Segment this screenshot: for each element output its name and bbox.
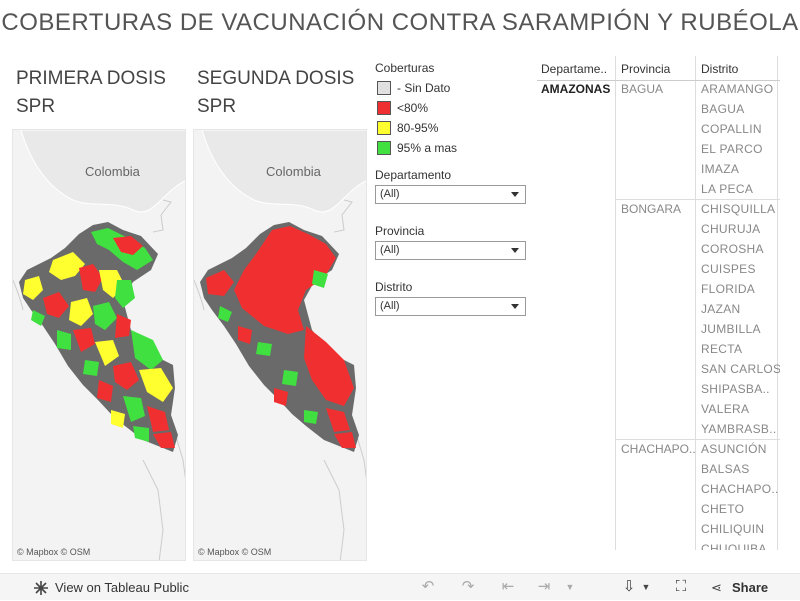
column-header-departamento[interactable]: Departame.. [541, 62, 607, 76]
filter-label-provincia: Provincia [375, 224, 425, 238]
share-button[interactable]: ⋖ Share [711, 574, 768, 601]
legend-swatch [377, 121, 391, 135]
view-on-tableau-public-link[interactable]: View on Tableau Public [33, 574, 189, 601]
column-divider [615, 56, 616, 550]
cell-provincia[interactable]: CHACHAPO.. [621, 442, 696, 456]
cell-departamento[interactable]: AMAZONAS [541, 82, 610, 96]
undo-icon[interactable]: ↶ [420, 579, 436, 595]
cell-provincia[interactable]: BONGARA [621, 202, 681, 216]
cell-distrito[interactable]: CHACHAPO.. [701, 482, 779, 496]
legend-title: Coberturas [375, 61, 435, 75]
cell-distrito[interactable]: FLORIDA [701, 282, 755, 296]
revert-icon[interactable]: ⇤ [500, 579, 516, 595]
cell-distrito[interactable]: RECTA [701, 342, 742, 356]
cell-distrito[interactable]: VALERA [701, 402, 749, 416]
mapbox-credit-link[interactable]: © Mapbox [198, 547, 239, 557]
cell-distrito[interactable]: CHETO [701, 502, 744, 516]
cell-distrito[interactable]: CUISPES [701, 262, 756, 276]
map-credit: © Mapbox © OSM [198, 547, 271, 557]
legend-swatch [377, 101, 391, 115]
cell-distrito[interactable]: COPALLIN [701, 122, 762, 136]
dashboard-title: COBERTURAS DE VACUNACIÓN CONTRA SARAMPIÓ… [1, 9, 799, 36]
cell-distrito[interactable]: CHILIQUIN [701, 522, 764, 536]
cell-distrito[interactable]: COROSHA [701, 242, 764, 256]
cell-distrito[interactable]: BAGUA [701, 102, 745, 116]
legend-label: 80-95% [397, 121, 439, 135]
tableau-toolbar: View on Tableau Public ↶ ↷ ⇤ ⇥ ▼ ⇩ ▼ ⛶ ⋖… [0, 573, 800, 600]
cell-distrito[interactable]: CHURUJA [701, 222, 760, 236]
map-title-segunda-dosis: SEGUNDA DOSIS SPR [197, 65, 354, 121]
country-label-colombia: Colombia [85, 164, 140, 179]
map-segunda-dosis[interactable]: Colombia © Mapbox © OSM [193, 129, 367, 561]
legend-swatch [377, 81, 391, 95]
header-divider [537, 80, 780, 81]
filter-value: (All) [380, 300, 400, 312]
cell-distrito[interactable]: JAZAN [701, 302, 741, 316]
cell-distrito[interactable]: SAN CARLOS [701, 362, 780, 376]
cell-distrito[interactable]: ARAMANGO [701, 82, 773, 96]
chevron-down-icon[interactable]: ▼ [562, 579, 578, 595]
redo-icon[interactable]: ↷ [460, 579, 476, 595]
district-table[interactable]: Departame.. Provincia Distrito AMAZONAS … [537, 56, 780, 550]
legend-label: - Sin Dato [397, 81, 451, 95]
country-label-colombia: Colombia [266, 164, 321, 179]
cell-distrito[interactable]: CHISQUILLA [701, 202, 775, 216]
mapbox-credit-link[interactable]: © Mapbox [17, 547, 58, 557]
cell-distrito[interactable]: JUMBILLA [701, 322, 761, 336]
filter-select-distrito[interactable]: (All) [375, 297, 526, 316]
dropdown-arrow-icon [511, 192, 519, 197]
osm-credit-link[interactable]: © OSM [242, 547, 272, 557]
tableau-logo-icon [34, 581, 48, 595]
column-divider [777, 56, 778, 550]
legend-swatch [377, 141, 391, 155]
map-title-line2: SPR [16, 96, 56, 117]
legend-label: 95% a mas [397, 141, 458, 155]
column-divider [695, 56, 696, 550]
cell-distrito[interactable]: LA PECA [701, 182, 753, 196]
refresh-icon[interactable]: ⇥ [536, 579, 552, 595]
filter-label-departamento: Departamento [375, 168, 452, 182]
filter-select-departamento[interactable]: (All) [375, 185, 526, 204]
group-divider [615, 439, 780, 440]
filter-label-distrito: Distrito [375, 280, 413, 294]
map-primera-dosis-graphic [13, 130, 185, 560]
osm-credit-link[interactable]: © OSM [61, 547, 91, 557]
map-title-line1: SEGUNDA DOSIS [197, 68, 355, 89]
map-credit: © Mapbox © OSM [17, 547, 90, 557]
filter-value: (All) [380, 188, 400, 200]
filter-value: (All) [380, 244, 400, 256]
column-header-distrito[interactable]: Distrito [701, 62, 738, 76]
share-label: Share [732, 580, 769, 595]
share-icon: ⋖ [711, 580, 722, 595]
filter-select-provincia[interactable]: (All) [375, 241, 526, 260]
dropdown-arrow-icon [511, 304, 519, 309]
fullscreen-icon[interactable]: ⛶ [673, 579, 689, 595]
cell-distrito[interactable]: CHUQUIBA [701, 542, 767, 550]
cell-distrito[interactable]: ASUNCIÓN [701, 442, 767, 456]
map-title-line1: PRIMERA DOSIS [16, 68, 166, 89]
map-primera-dosis[interactable]: Colombia © Mapbox © OSM [12, 129, 186, 561]
cell-provincia[interactable]: BAGUA [621, 82, 663, 96]
cell-distrito[interactable]: SHIPASBA.. [701, 382, 770, 396]
cell-distrito[interactable]: IMAZA [701, 162, 739, 176]
map-title-line2: SPR [197, 96, 237, 117]
dropdown-arrow-icon [511, 248, 519, 253]
cell-distrito[interactable]: BALSAS [701, 462, 750, 476]
map-segunda-dosis-graphic [194, 130, 366, 560]
group-divider [615, 199, 780, 200]
download-icon[interactable]: ⇩ [621, 579, 637, 595]
map-title-primera-dosis: PRIMERA DOSIS SPR [16, 65, 166, 121]
column-header-provincia[interactable]: Provincia [621, 62, 670, 76]
chevron-down-icon[interactable]: ▼ [638, 579, 654, 595]
legend-label: <80% [397, 101, 429, 115]
cell-distrito[interactable]: YAMBRASB.. [701, 422, 776, 436]
view-on-tableau-label: View on Tableau Public [55, 580, 189, 595]
cell-distrito[interactable]: EL PARCO [701, 142, 763, 156]
